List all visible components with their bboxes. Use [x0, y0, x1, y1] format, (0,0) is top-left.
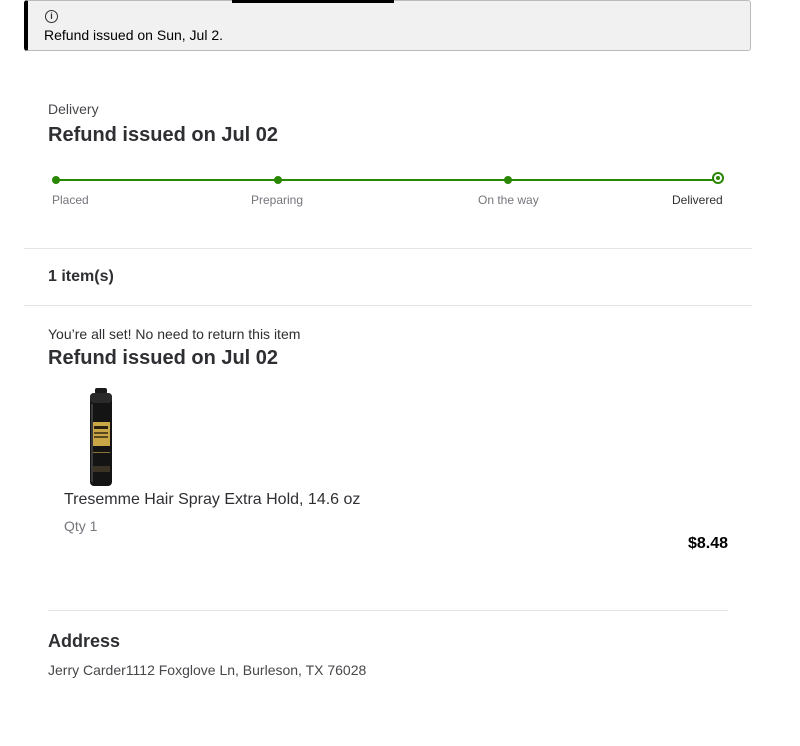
item-refund-status: Refund issued on Jul 02 [48, 347, 279, 369]
address-text: Jerry Carder1112 Foxglove Ln, Burleson, … [48, 662, 367, 678]
step-dot-placed [52, 176, 60, 184]
delivery-label: Delivery [48, 101, 99, 117]
step-label-placed: Placed [52, 193, 89, 207]
progress-line [56, 179, 720, 181]
product-quantity: Qty 1 [64, 518, 98, 534]
item-count: 1 item(s) [48, 268, 114, 285]
hair-spray-can-image[interactable] [86, 388, 116, 486]
product-name[interactable]: Tresemme Hair Spray Extra Hold, 14.6 oz [64, 491, 360, 509]
step-label-delivered: Delivered [672, 193, 723, 207]
alert-message: Refund issued on Sun, Jul 2. [44, 27, 224, 43]
section-divider [24, 305, 752, 306]
alert-top-bar [232, 0, 394, 3]
section-divider [48, 610, 728, 611]
step-dot-preparing [274, 176, 282, 184]
refund-alert-banner: i Refund issued on Sun, Jul 2. [24, 0, 751, 51]
step-dot-on-the-way [504, 176, 512, 184]
step-label-preparing: Preparing [251, 193, 304, 207]
step-dot-delivered [712, 172, 724, 184]
address-title: Address [48, 631, 121, 651]
return-note: You’re all set! No need to return this i… [48, 326, 301, 342]
delivery-status-title: Refund issued on Jul 02 [48, 124, 279, 146]
product-price: $8.48 [687, 535, 728, 552]
delivery-progress-tracker: Placed Preparing On the way Delivered [0, 168, 800, 213]
section-divider [24, 248, 752, 249]
info-icon: i [45, 10, 58, 23]
step-label-on-the-way: On the way [478, 193, 539, 207]
